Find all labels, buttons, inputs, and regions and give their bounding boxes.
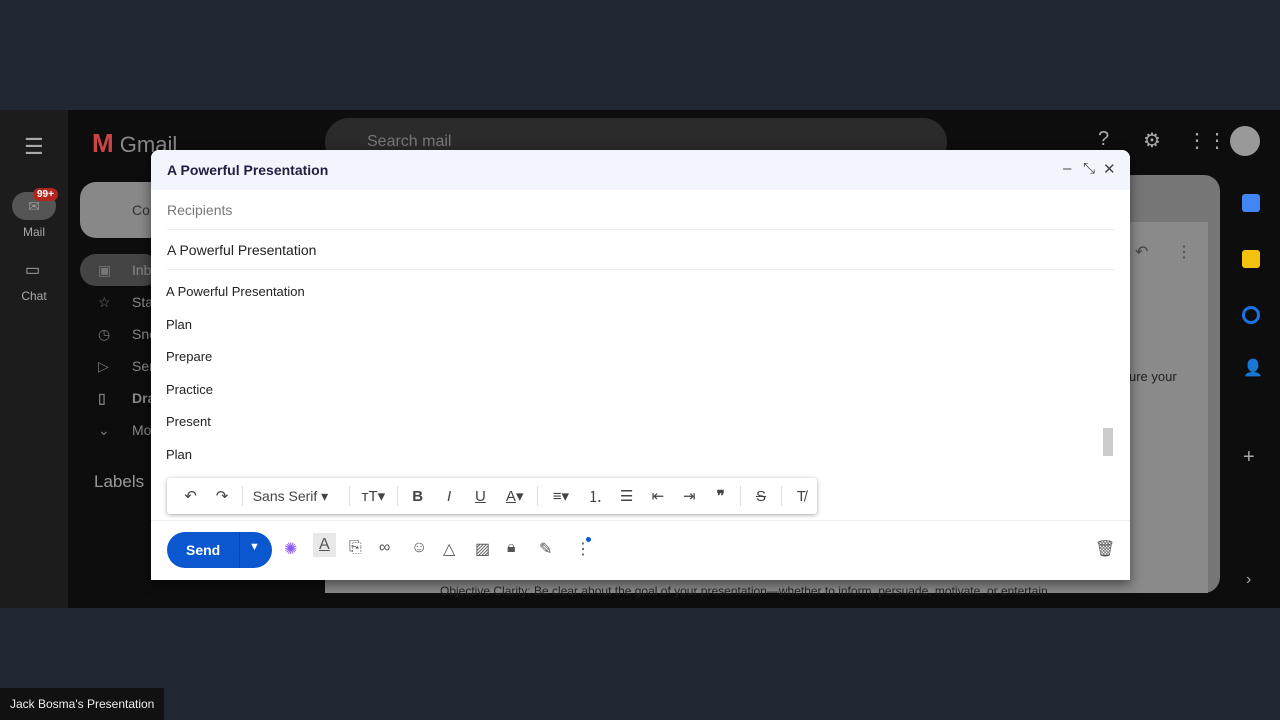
rail-mail-label[interactable]: Mail — [0, 225, 68, 239]
numbered-list-icon[interactable]: ⒈ — [580, 486, 611, 507]
undo-icon[interactable]: ↶ — [175, 487, 206, 505]
remove-formatting-icon[interactable]: T̸ — [786, 488, 817, 505]
message-body[interactable]: A Powerful Presentation Plan Prepare Pra… — [151, 270, 1130, 485]
body-line: Plan — [166, 316, 193, 332]
help-icon[interactable]: ? — [1098, 128, 1109, 151]
indent-more-icon[interactable]: ⇥ — [674, 487, 705, 505]
body-scrollbar[interactable] — [1103, 428, 1113, 456]
send-button[interactable]: Send ▼ — [167, 532, 272, 568]
inbox-icon: ▣ — [98, 262, 112, 278]
body-line: Prepare — [166, 349, 213, 364]
gemini-help-me-write-icon[interactable]: ✺ — [284, 539, 297, 559]
more-vert-icon[interactable]: ⋮ — [1176, 242, 1192, 262]
send-icon: ▷ — [98, 358, 109, 374]
nav-inbox[interactable]: ▣ Inb — [80, 254, 160, 286]
tasks-icon[interactable] — [1242, 306, 1260, 324]
body-line: Practice — [166, 381, 213, 397]
settings-gear-icon[interactable]: ⚙ — [1143, 128, 1161, 153]
attach-icon[interactable]: ⎘ — [349, 539, 362, 557]
email-snippet: ure your — [1129, 369, 1177, 384]
chat-icon[interactable]: ▭ — [25, 260, 40, 280]
nav-starred[interactable]: ☆ Sta — [80, 286, 160, 318]
align-icon[interactable]: ≡▾ — [542, 487, 579, 505]
photo-icon[interactable]: ▨ — [475, 539, 490, 559]
avatar[interactable] — [1230, 126, 1260, 156]
font-select[interactable]: Sans Serif ▾ — [247, 488, 345, 505]
compose-window: A Powerful Presentation – ⤡ ✕ Recipients… — [151, 150, 1130, 580]
discard-trash-icon[interactable]: 🗑︎ — [1095, 539, 1115, 559]
italic-icon[interactable]: I — [433, 488, 464, 505]
unread-badge: 99+ — [33, 188, 58, 201]
clock-icon: ◷ — [98, 326, 111, 342]
recipients-input[interactable]: Recipients — [167, 190, 1114, 230]
nav-snoozed[interactable]: ◷ Sno — [80, 318, 160, 350]
chevron-down-icon: ⌄ — [98, 422, 110, 438]
labels-heading: Labels — [94, 472, 145, 491]
confidential-lock-icon[interactable]: 🔒︎ — [507, 539, 516, 557]
main-menu-icon[interactable]: ☰ — [24, 134, 44, 160]
bold-icon[interactable]: B — [402, 488, 433, 505]
compose-actions: Send ▼ ✺ A ⎘ ∞ ☺ △ ▨ 🔒︎ ✎ ⋮ 🗑︎ — [151, 520, 1130, 580]
star-icon: ☆ — [98, 294, 111, 310]
body-line: Present — [166, 414, 211, 429]
add-addon-icon[interactable]: + — [1243, 446, 1255, 469]
nav-sent[interactable]: ▷ Sen — [80, 350, 160, 382]
text-size-icon[interactable]: тT▾ — [354, 487, 393, 505]
compose-title[interactable]: A Powerful Presentation — [151, 150, 1130, 190]
underline-icon[interactable]: U — [465, 488, 496, 505]
strikethrough-icon[interactable]: S — [745, 488, 776, 505]
nav-more[interactable]: ⌄ Mo — [80, 414, 160, 446]
calendar-icon[interactable] — [1242, 194, 1260, 212]
minimize-icon[interactable]: – — [1063, 160, 1071, 177]
drive-icon[interactable]: △ — [443, 539, 455, 559]
gmail-rail — [0, 110, 68, 608]
email-bullet: Objective Clarity: Be clear about the go… — [440, 584, 1048, 598]
apps-grid-icon[interactable]: ⋮⋮ — [1187, 128, 1227, 153]
draft-icon: ▯ — [98, 390, 106, 406]
send-label: Send — [186, 542, 221, 558]
indent-less-icon[interactable]: ⇤ — [642, 487, 673, 505]
body-line: A Powerful Presentation — [166, 284, 305, 299]
rail-chat-label[interactable]: Chat — [0, 289, 68, 303]
quote-icon[interactable]: ❞ — [705, 487, 736, 505]
presenter-caption: Jack Bosma's Presentation — [0, 688, 165, 720]
nav-drafts[interactable]: ▯ Dra — [80, 382, 160, 414]
text-color-icon[interactable]: A▾ — [496, 487, 533, 505]
reply-icon[interactable]: ↶ — [1135, 242, 1148, 262]
formatting-options-icon[interactable]: A — [313, 533, 336, 557]
more-options-icon[interactable]: ⋮ — [575, 539, 591, 559]
link-icon[interactable]: ∞ — [379, 539, 390, 557]
body-line: Plan — [166, 446, 193, 462]
exit-fullscreen-icon[interactable]: ⤡ — [1083, 160, 1095, 177]
schedule-send-dropdown-icon[interactable]: ▼ — [249, 541, 260, 553]
signature-pen-icon[interactable]: ✎ — [539, 539, 552, 559]
formatting-toolbar: ↶ ↷ Sans Serif ▾ тT▾ B I U A▾ ≡▾ ⒈ ☰ ⇤ ⇥… — [167, 478, 817, 514]
emoji-icon[interactable]: ☺ — [411, 539, 427, 557]
contacts-icon[interactable]: 👤 — [1243, 358, 1263, 378]
bulleted-list-icon[interactable]: ☰ — [611, 487, 642, 505]
expand-chevron-icon[interactable]: › — [1246, 571, 1251, 589]
keep-icon[interactable] — [1242, 250, 1260, 268]
subject-input[interactable]: A Powerful Presentation — [167, 230, 1114, 270]
redo-icon[interactable]: ↷ — [206, 487, 237, 505]
close-icon[interactable]: ✕ — [1103, 160, 1116, 178]
notification-dot — [586, 537, 591, 542]
